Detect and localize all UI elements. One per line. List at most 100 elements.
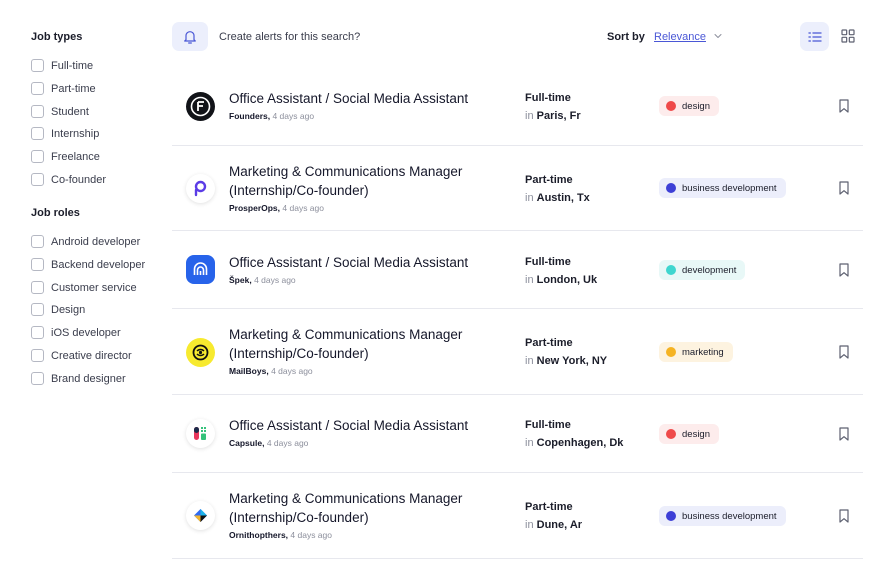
job-tag[interactable]: business development <box>659 178 786 198</box>
posted-date: 4 days ago <box>254 275 296 285</box>
posted-date: 4 days ago <box>272 111 315 121</box>
checkbox[interactable] <box>31 303 44 316</box>
bookmark-icon[interactable] <box>836 98 852 114</box>
company-line: MailBoys, 4 days ago <box>229 366 313 376</box>
checkbox[interactable] <box>31 235 44 248</box>
company-line: Ornithopthers, 4 days ago <box>229 530 332 540</box>
create-alert-button[interactable] <box>172 22 208 51</box>
filter-ios-developer[interactable]: iOS developer <box>31 326 121 339</box>
filter-internship[interactable]: Internship <box>31 127 99 140</box>
job-type: Part-time <box>525 501 573 513</box>
bookmark-icon[interactable] <box>836 426 852 442</box>
founders-logo-icon <box>186 92 215 121</box>
filter-student[interactable]: Student <box>31 105 89 118</box>
filter-customer-service[interactable]: Customer service <box>31 281 137 294</box>
create-alert-text[interactable]: Create alerts for this search? <box>219 31 360 43</box>
job-title[interactable]: Marketing & Communications Manager (Inte… <box>229 325 499 363</box>
tag-dot <box>666 183 676 193</box>
job-tag[interactable]: development <box>659 260 746 280</box>
bookmark-icon[interactable] <box>836 262 852 278</box>
checkbox[interactable] <box>31 59 44 72</box>
job-location: in New York, NY <box>525 355 608 367</box>
job-location: in Austin, Tx <box>525 192 590 204</box>
posted-date: 4 days ago <box>266 438 309 448</box>
bookmark-icon[interactable] <box>836 180 852 196</box>
job-row[interactable]: Office Assistant / Social Media Assistan… <box>172 64 863 146</box>
job-row[interactable]: Marketing & Communications Manager (Inte… <box>172 473 863 559</box>
checkbox[interactable] <box>31 326 44 339</box>
filter-brand-designer[interactable]: Brand designer <box>31 372 126 385</box>
tag-dot <box>666 429 676 439</box>
company-name[interactable]: Capsule, <box>229 438 264 448</box>
checkbox[interactable] <box>31 105 44 118</box>
filter-creative-director[interactable]: Creative director <box>31 349 132 362</box>
filter-android-developer[interactable]: Android developer <box>31 235 140 248</box>
job-row[interactable]: Office Assistant / Social Media Assistan… <box>172 231 863 309</box>
capsule-logo-icon <box>186 419 215 448</box>
job-tag[interactable]: business development <box>659 506 786 526</box>
job-type: Full-time <box>525 256 571 268</box>
job-row[interactable]: Marketing & Communications Manager (Inte… <box>172 146 863 231</box>
mailboys-logo-icon <box>186 338 215 367</box>
sort-label: Sort by <box>607 31 645 43</box>
list-view-button[interactable] <box>800 22 829 51</box>
company-name[interactable]: ProsperOps, <box>229 203 280 213</box>
ornithopthers-logo-icon <box>186 501 215 530</box>
bookmark-icon[interactable] <box>836 508 852 524</box>
job-title[interactable]: Office Assistant / Social Media Assistan… <box>229 89 499 108</box>
job-roles-heading: Job roles <box>31 207 80 219</box>
sort-dropdown[interactable]: Relevance <box>654 31 706 43</box>
filter-design[interactable]: Design <box>31 303 85 316</box>
checkbox[interactable] <box>31 82 44 95</box>
filter-backend-developer[interactable]: Backend developer <box>31 258 145 271</box>
job-types-heading: Job types <box>31 31 83 43</box>
tag-dot <box>666 101 676 111</box>
tag-dot <box>666 265 676 275</box>
company-line: ProsperOps, 4 days ago <box>229 203 324 213</box>
posted-date: 4 days ago <box>271 366 313 376</box>
job-row[interactable]: Office Assistant / Social Media Assistan… <box>172 395 863 473</box>
job-row[interactable]: Marketing & Communications Manager (Inte… <box>172 309 863 395</box>
spek-logo-icon <box>186 255 215 284</box>
filter-full-time[interactable]: Full-time <box>31 59 93 72</box>
job-location: in London, Uk <box>525 274 598 286</box>
grid-view-button[interactable] <box>838 26 858 46</box>
company-line: Founders, 4 days ago <box>229 111 314 121</box>
company-name[interactable]: Founders, <box>229 111 270 121</box>
company-name[interactable]: Ornithopthers, <box>229 530 288 540</box>
job-type: Part-time <box>525 337 573 349</box>
company-name[interactable]: MailBoys, <box>229 366 269 376</box>
bookmark-icon[interactable] <box>836 344 852 360</box>
prosperops-logo-icon <box>186 174 215 203</box>
job-tag[interactable]: marketing <box>659 342 733 362</box>
checkbox[interactable] <box>31 349 44 362</box>
job-title[interactable]: Marketing & Communications Manager (Inte… <box>229 489 499 527</box>
checkbox[interactable] <box>31 372 44 385</box>
job-title[interactable]: Office Assistant / Social Media Assistan… <box>229 253 499 272</box>
job-type: Part-time <box>525 174 573 186</box>
company-line: Capsule, 4 days ago <box>229 438 308 448</box>
job-type: Full-time <box>525 419 571 431</box>
job-title[interactable]: Office Assistant / Social Media Assistan… <box>229 416 499 435</box>
list-view-icon <box>807 31 822 42</box>
chevron-down-icon[interactable] <box>712 30 724 42</box>
job-type: Full-time <box>525 92 571 104</box>
filter-freelance[interactable]: Freelance <box>31 150 100 163</box>
checkbox[interactable] <box>31 127 44 140</box>
checkbox[interactable] <box>31 173 44 186</box>
job-tag[interactable]: design <box>659 424 719 444</box>
checkbox[interactable] <box>31 258 44 271</box>
filter-co-founder[interactable]: Co-founder <box>31 173 106 186</box>
bell-icon <box>184 30 196 44</box>
job-location: in Dune, Ar <box>525 519 583 531</box>
job-tag[interactable]: design <box>659 96 719 116</box>
checkbox[interactable] <box>31 281 44 294</box>
job-location: in Paris, Fr <box>525 110 581 122</box>
company-line: Špek, 4 days ago <box>229 275 296 285</box>
company-name[interactable]: Špek, <box>229 275 252 285</box>
job-location: in Copenhagen, Dk <box>525 437 624 449</box>
checkbox[interactable] <box>31 150 44 163</box>
job-title[interactable]: Marketing & Communications Manager (Inte… <box>229 162 499 200</box>
grid-view-icon <box>841 29 855 43</box>
filter-part-time[interactable]: Part-time <box>31 82 96 95</box>
